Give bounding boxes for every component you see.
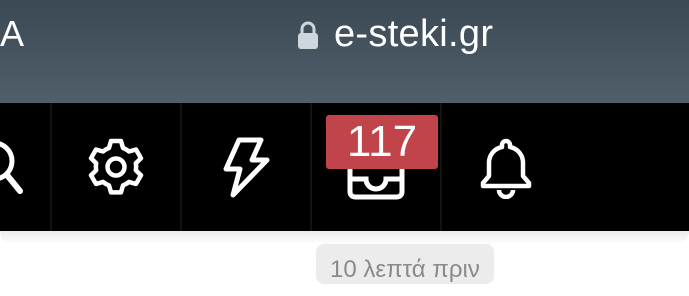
url-field[interactable]: e-steki.gr [296, 12, 493, 56]
lock-icon [296, 20, 320, 50]
text-size-button[interactable]: A [0, 12, 24, 56]
lightning-icon [219, 135, 273, 199]
inbox-button[interactable]: 117 [312, 103, 440, 231]
whats-new-button[interactable] [182, 103, 310, 231]
notifications-button[interactable] [442, 103, 570, 231]
search-button[interactable] [0, 103, 50, 231]
bell-icon [474, 135, 538, 199]
page-content: 10 λεπτά πριν [0, 231, 689, 284]
gear-icon [84, 135, 148, 199]
inbox-count-badge: 117 [326, 115, 438, 169]
timestamp-label: 10 λεπτά πριν [316, 244, 494, 284]
url-text: e-steki.gr [334, 13, 494, 55]
browser-address-bar: A e-steki.gr [0, 0, 689, 103]
settings-button[interactable] [52, 103, 180, 231]
search-icon [0, 137, 30, 201]
site-toolbar: 117 [0, 103, 689, 231]
